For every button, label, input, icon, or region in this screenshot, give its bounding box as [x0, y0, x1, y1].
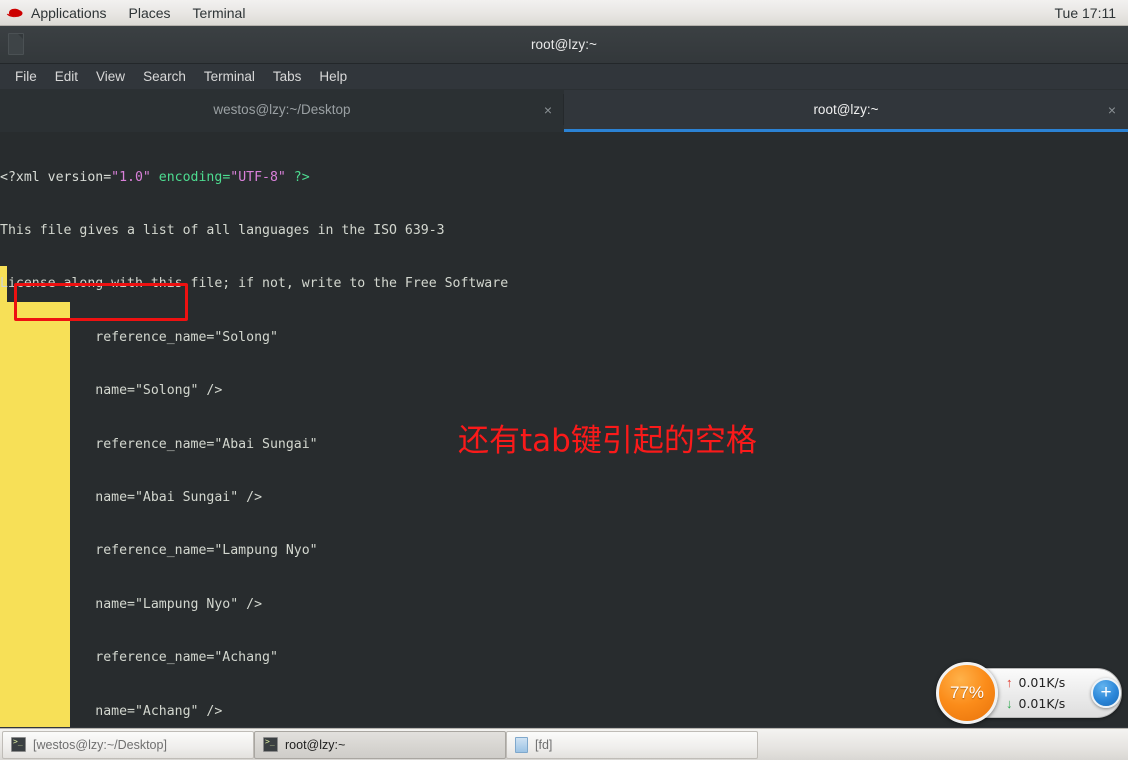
- xml-decl-open: <?xml version=: [0, 169, 112, 185]
- terminal-output: <?xml version="1.0" encoding="UTF-8" ?> …: [0, 132, 508, 727]
- terminal-line: reference_name="Lampung Nyo": [0, 543, 318, 559]
- terminal-line: reference_name="Abai Sungai": [0, 436, 318, 452]
- download-speed-value: 0.01K/s: [1018, 696, 1066, 711]
- menu-tabs[interactable]: Tabs: [264, 67, 311, 86]
- file-manager-icon: [515, 736, 528, 753]
- net-speed-rows: ↑ 0.01K/s ↓ 0.01K/s: [1006, 672, 1088, 714]
- menu-view[interactable]: View: [87, 67, 134, 86]
- cpu-usage-value: 77%: [949, 683, 985, 702]
- tabbar: westos@lzy:~/Desktop × root@lzy:~ ×: [0, 90, 1128, 132]
- plus-icon[interactable]: +: [1091, 678, 1121, 708]
- tab-westos-desktop[interactable]: westos@lzy:~/Desktop ×: [0, 90, 564, 132]
- xml-decl-encoding-key: encoding=: [150, 169, 231, 185]
- taskbar-item-root-home[interactable]: root@lzy:~: [254, 730, 506, 759]
- net-speed-widget[interactable]: 77% ↑ 0.01K/s ↓ 0.01K/s +: [936, 662, 1122, 724]
- menu-terminal-label: Terminal: [192, 4, 246, 21]
- annotation-rectangle: [14, 283, 188, 321]
- taskbar-item-westos-desktop[interactable]: [westos@lzy:~/Desktop]: [2, 730, 254, 759]
- terminal-content[interactable]: <?xml version="1.0" encoding="UTF-8" ?> …: [0, 132, 1128, 727]
- taskbar-item-label: [fd]: [535, 737, 553, 752]
- annotation-note: 还有tab键引起的空格: [458, 423, 757, 459]
- menu-terminal[interactable]: Terminal: [195, 67, 264, 86]
- terminal-line: name="Solong" />: [0, 383, 223, 399]
- terminal-line: reference_name="Solong": [0, 329, 278, 345]
- taskbar-item-label: root@lzy:~: [285, 737, 346, 752]
- download-row: ↓ 0.01K/s: [1006, 693, 1088, 714]
- window-title: root@lzy:~: [530, 37, 598, 52]
- terminal-line: name="Abai Sungai" />: [0, 489, 263, 505]
- cpu-usage-gauge[interactable]: 77%: [936, 662, 998, 724]
- upload-speed-value: 0.01K/s: [1018, 675, 1066, 690]
- terminal-line: reference_name="Achang": [0, 650, 278, 666]
- terminal-icon: [263, 737, 278, 752]
- terminal-line: This file gives a list of all languages …: [0, 222, 445, 238]
- tab-label: westos@lzy:~/Desktop: [213, 102, 351, 117]
- taskbar-item-label: [westos@lzy:~/Desktop]: [33, 737, 167, 752]
- window-titlebar[interactable]: root@lzy:~: [0, 26, 1128, 64]
- taskbar: [westos@lzy:~/Desktop] root@lzy:~ [fd]: [0, 728, 1128, 760]
- terminal-window: root@lzy:~ File Edit View Search Termina…: [0, 26, 1128, 728]
- xml-decl-encoding-value: "UTF-8": [230, 169, 286, 185]
- terminal-window-icon: [8, 33, 24, 55]
- close-icon[interactable]: ×: [1108, 103, 1116, 117]
- redhat-logo-icon: [6, 8, 23, 18]
- arrow-up-icon: ↑: [1006, 675, 1013, 690]
- tab-label: root@lzy:~: [813, 102, 879, 117]
- terminal-icon: [11, 737, 26, 752]
- arrow-down-icon: ↓: [1006, 696, 1013, 711]
- terminal-line: name="Achang" />: [0, 703, 223, 719]
- menu-search[interactable]: Search: [134, 67, 195, 86]
- terminal-line-xml-decl: <?xml version="1.0" encoding="UTF-8" ?>: [0, 169, 508, 187]
- menu-terminal[interactable]: Terminal: [182, 0, 257, 26]
- menubar: File Edit View Search Terminal Tabs Help: [0, 64, 1128, 90]
- close-icon[interactable]: ×: [544, 103, 552, 117]
- menu-help[interactable]: Help: [310, 67, 356, 86]
- xml-decl-version: "1.0": [111, 169, 151, 185]
- upload-row: ↑ 0.01K/s: [1006, 672, 1088, 693]
- terminal-line: name="Lampung Nyo" />: [0, 596, 263, 612]
- tab-root-home[interactable]: root@lzy:~ ×: [564, 90, 1128, 132]
- menu-applications-label: Applications: [31, 4, 107, 21]
- menu-places[interactable]: Places: [118, 0, 182, 26]
- menu-applications[interactable]: Applications: [0, 0, 118, 26]
- taskbar-item-fd[interactable]: [fd]: [506, 730, 758, 759]
- gnome-top-panel: Applications Places Terminal Tue 17:11: [0, 0, 1128, 26]
- clock[interactable]: Tue 17:11: [1055, 5, 1128, 21]
- desktop-root: Applications Places Terminal Tue 17:11 r…: [0, 0, 1128, 760]
- menu-places-label: Places: [128, 4, 171, 21]
- menu-edit[interactable]: Edit: [46, 67, 87, 86]
- menu-file[interactable]: File: [6, 67, 46, 86]
- xml-decl-close: ?>: [285, 169, 310, 185]
